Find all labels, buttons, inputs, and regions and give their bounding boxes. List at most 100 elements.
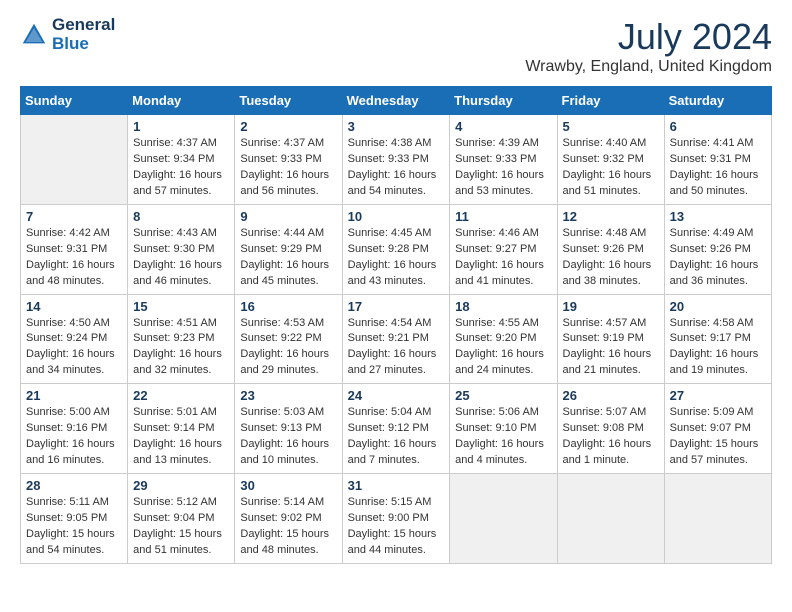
day-number: 23 <box>240 388 336 403</box>
day-number: 8 <box>133 209 229 224</box>
logo: General Blue <box>20 16 115 53</box>
day-info: Sunrise: 5:01 AMSunset: 9:14 PMDaylight:… <box>133 405 229 469</box>
calendar-cell: 6Sunrise: 4:41 AMSunset: 9:31 PMDaylight… <box>664 115 771 205</box>
day-number: 9 <box>240 209 336 224</box>
column-header-saturday: Saturday <box>664 87 771 115</box>
day-number: 16 <box>240 299 336 314</box>
day-info: Sunrise: 4:48 AMSunset: 9:26 PMDaylight:… <box>563 226 659 290</box>
calendar-week-row: 28Sunrise: 5:11 AMSunset: 9:05 PMDayligh… <box>21 474 772 564</box>
location: Wrawby, England, United Kingdom <box>525 58 772 76</box>
calendar-cell: 9 Sunrise: 4:44 AMSunset: 9:29 PMDaylight… <box>235 204 342 294</box>
day-number: 22 <box>133 388 229 403</box>
calendar-cell: 12 Sunrise: 4:48 AMSunset: 9:26 PMDayligh… <box>557 204 664 294</box>
calendar-cell: 22 Sunrise: 5:01 AMSunset: 9:14 PMDayligh… <box>128 384 235 474</box>
day-info: Sunrise: 4:58 AMSunset: 9:17 PMDaylight:… <box>670 316 766 380</box>
day-number: 5 <box>563 119 659 134</box>
title-area: July 2024 Wrawby, England, United Kingdo… <box>525 16 772 76</box>
calendar-cell: 30 Sunrise: 5:14 AMSunset: 9:02 PMDayligh… <box>235 474 342 564</box>
day-number: 3 <box>348 119 445 134</box>
calendar-cell: 23Sunrise: 5:03 AMSunset: 9:13 PMDayligh… <box>235 384 342 474</box>
calendar-cell: 24 Sunrise: 5:04 AMSunset: 9:12 PMDayligh… <box>342 384 450 474</box>
calendar-cell: 2 Sunrise: 4:37 AMSunset: 9:33 PMDaylight… <box>235 115 342 205</box>
calendar-cell: 11 Sunrise: 4:46 AMSunset: 9:27 PMDayligh… <box>450 204 557 294</box>
day-info: Sunrise: 4:51 AMSunset: 9:23 PMDaylight:… <box>133 316 229 380</box>
day-info: Sunrise: 5:14 AMSunset: 9:02 PMDaylight:… <box>240 495 336 559</box>
calendar-header-row: SundayMondayTuesdayWednesdayThursdayFrid… <box>21 87 772 115</box>
day-number: 17 <box>348 299 445 314</box>
day-number: 4 <box>455 119 551 134</box>
column-header-friday: Friday <box>557 87 664 115</box>
day-number: 2 <box>240 119 336 134</box>
month-year: July 2024 <box>525 16 772 58</box>
day-info: Sunrise: 5:12 AMSunset: 9:04 PMDaylight:… <box>133 495 229 559</box>
calendar-cell <box>664 474 771 564</box>
column-header-thursday: Thursday <box>450 87 557 115</box>
column-header-wednesday: Wednesday <box>342 87 450 115</box>
calendar-cell: 3 Sunrise: 4:38 AMSunset: 9:33 PMDaylight… <box>342 115 450 205</box>
day-info: Sunrise: 4:46 AMSunset: 9:27 PMDaylight:… <box>455 226 551 290</box>
day-info: Sunrise: 5:15 AMSunset: 9:00 PMDaylight:… <box>348 495 445 559</box>
header: General Blue July 2024 Wrawby, England, … <box>20 16 772 76</box>
day-number: 13 <box>670 209 766 224</box>
day-info: Sunrise: 5:11 AMSunset: 9:05 PMDaylight:… <box>26 495 122 559</box>
day-number: 30 <box>240 478 336 493</box>
day-number: 12 <box>563 209 659 224</box>
calendar-cell <box>21 115 128 205</box>
day-info: Sunrise: 4:43 AMSunset: 9:30 PMDaylight:… <box>133 226 229 290</box>
calendar-cell <box>557 474 664 564</box>
day-number: 11 <box>455 209 551 224</box>
day-number: 24 <box>348 388 445 403</box>
day-info: Sunrise: 4:50 AMSunset: 9:24 PMDaylight:… <box>26 316 122 380</box>
day-info: Sunrise: 4:42 AMSunset: 9:31 PMDaylight:… <box>26 226 122 290</box>
calendar-cell: 13 Sunrise: 4:49 AMSunset: 9:26 PMDayligh… <box>664 204 771 294</box>
logo-icon <box>20 21 48 49</box>
calendar-cell: 1Sunrise: 4:37 AMSunset: 9:34 PMDaylight… <box>128 115 235 205</box>
calendar-cell <box>450 474 557 564</box>
day-info: Sunrise: 4:49 AMSunset: 9:26 PMDaylight:… <box>670 226 766 290</box>
day-info: Sunrise: 4:44 AMSunset: 9:29 PMDaylight:… <box>240 226 336 290</box>
day-number: 7 <box>26 209 122 224</box>
calendar-cell: 28Sunrise: 5:11 AMSunset: 9:05 PMDayligh… <box>21 474 128 564</box>
day-info: Sunrise: 5:09 AMSunset: 9:07 PMDaylight:… <box>670 405 766 469</box>
day-info: Sunrise: 4:45 AMSunset: 9:28 PMDaylight:… <box>348 226 445 290</box>
calendar-cell: 8 Sunrise: 4:43 AMSunset: 9:30 PMDaylight… <box>128 204 235 294</box>
calendar-cell: 14 Sunrise: 4:50 AMSunset: 9:24 PMDayligh… <box>21 294 128 384</box>
day-info: Sunrise: 4:55 AMSunset: 9:20 PMDaylight:… <box>455 316 551 380</box>
calendar-week-row: 1Sunrise: 4:37 AMSunset: 9:34 PMDaylight… <box>21 115 772 205</box>
day-info: Sunrise: 4:40 AMSunset: 9:32 PMDaylight:… <box>563 136 659 200</box>
day-number: 14 <box>26 299 122 314</box>
day-number: 10 <box>348 209 445 224</box>
day-info: Sunrise: 4:38 AMSunset: 9:33 PMDaylight:… <box>348 136 445 200</box>
calendar-cell: 7 Sunrise: 4:42 AMSunset: 9:31 PMDaylight… <box>21 204 128 294</box>
calendar-cell: 31 Sunrise: 5:15 AMSunset: 9:00 PMDayligh… <box>342 474 450 564</box>
calendar-cell: 10 Sunrise: 4:45 AMSunset: 9:28 PMDayligh… <box>342 204 450 294</box>
day-number: 18 <box>455 299 551 314</box>
calendar-cell: 26 Sunrise: 5:07 AMSunset: 9:08 PMDayligh… <box>557 384 664 474</box>
day-info: Sunrise: 4:57 AMSunset: 9:19 PMDaylight:… <box>563 316 659 380</box>
calendar-cell: 18 Sunrise: 4:55 AMSunset: 9:20 PMDayligh… <box>450 294 557 384</box>
calendar-cell: 19Sunrise: 4:57 AMSunset: 9:19 PMDayligh… <box>557 294 664 384</box>
day-info: Sunrise: 5:04 AMSunset: 9:12 PMDaylight:… <box>348 405 445 469</box>
logo-text: General Blue <box>52 16 115 53</box>
day-info: Sunrise: 5:06 AMSunset: 9:10 PMDaylight:… <box>455 405 551 469</box>
day-number: 25 <box>455 388 551 403</box>
column-header-sunday: Sunday <box>21 87 128 115</box>
day-number: 1 <box>133 119 229 134</box>
calendar-cell: 25 Sunrise: 5:06 AMSunset: 9:10 PMDayligh… <box>450 384 557 474</box>
day-number: 27 <box>670 388 766 403</box>
day-info: Sunrise: 4:37 AMSunset: 9:33 PMDaylight:… <box>240 136 336 200</box>
day-info: Sunrise: 5:00 AMSunset: 9:16 PMDaylight:… <box>26 405 122 469</box>
day-info: Sunrise: 4:54 AMSunset: 9:21 PMDaylight:… <box>348 316 445 380</box>
calendar-cell: 20 Sunrise: 4:58 AMSunset: 9:17 PMDayligh… <box>664 294 771 384</box>
day-number: 26 <box>563 388 659 403</box>
calendar-cell: 15Sunrise: 4:51 AMSunset: 9:23 PMDayligh… <box>128 294 235 384</box>
day-info: Sunrise: 5:07 AMSunset: 9:08 PMDaylight:… <box>563 405 659 469</box>
calendar-week-row: 21Sunrise: 5:00 AMSunset: 9:16 PMDayligh… <box>21 384 772 474</box>
calendar-cell: 27 Sunrise: 5:09 AMSunset: 9:07 PMDayligh… <box>664 384 771 474</box>
day-number: 20 <box>670 299 766 314</box>
calendar-cell: 21Sunrise: 5:00 AMSunset: 9:16 PMDayligh… <box>21 384 128 474</box>
day-info: Sunrise: 4:41 AMSunset: 9:31 PMDaylight:… <box>670 136 766 200</box>
day-number: 29 <box>133 478 229 493</box>
calendar-week-row: 7 Sunrise: 4:42 AMSunset: 9:31 PMDaylight… <box>21 204 772 294</box>
day-number: 31 <box>348 478 445 493</box>
